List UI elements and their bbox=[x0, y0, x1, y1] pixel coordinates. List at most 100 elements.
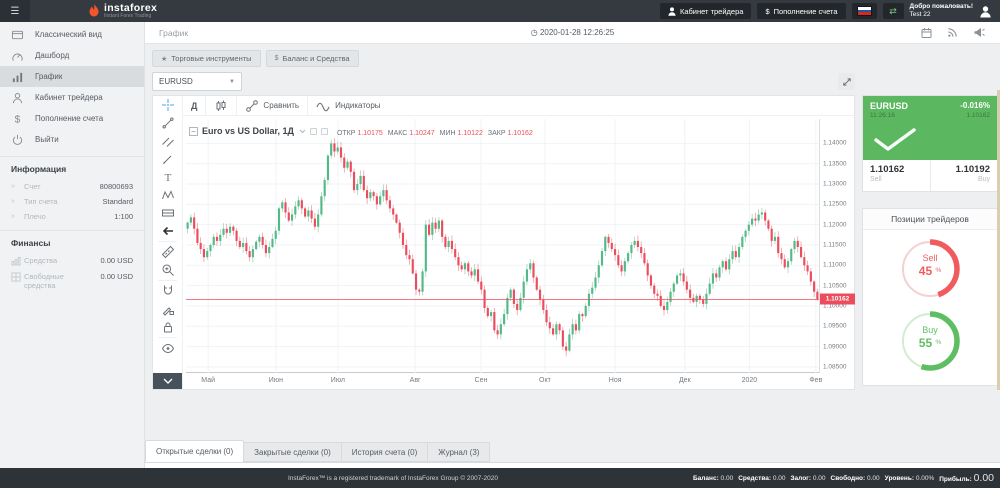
magnet-tool-button[interactable] bbox=[153, 282, 182, 300]
arrow-tool-icon bbox=[161, 224, 175, 238]
price-axis[interactable]: 1.140001.135001.130001.125001.120001.115… bbox=[819, 119, 855, 373]
footer: InstaForex™ is a registered trademark of… bbox=[0, 468, 1000, 488]
sidebar-item[interactable]: $Пополнение счета bbox=[0, 108, 144, 129]
crosshair-tool-button[interactable] bbox=[153, 96, 182, 114]
language-flag-button[interactable] bbox=[852, 3, 877, 19]
balance-funds-button[interactable]: $ Баланс и Средства bbox=[266, 50, 359, 67]
channels-icon bbox=[161, 134, 175, 148]
finance-section: Финансы Средства0.00 USDСвободные средст… bbox=[0, 230, 144, 293]
trendline-tool-button[interactable] bbox=[153, 114, 182, 132]
chevron-down-icon bbox=[162, 377, 174, 385]
legend-caret-icon[interactable] bbox=[299, 129, 306, 134]
collapse-legend-icon[interactable] bbox=[189, 127, 198, 136]
exchange-button[interactable]: ⇄ bbox=[883, 3, 904, 19]
ohlc-value: 1.10247 bbox=[409, 130, 434, 137]
brush-icon bbox=[161, 152, 175, 166]
account-info-row: »Тип счетаStandard bbox=[11, 194, 133, 209]
interval-button[interactable]: Д bbox=[183, 96, 206, 115]
megaphone-icon[interactable] bbox=[973, 27, 985, 39]
crosshair-icon bbox=[161, 98, 175, 112]
quote-price: 1.10162 bbox=[967, 112, 991, 119]
time-tick-label: Май bbox=[201, 377, 215, 384]
power-icon bbox=[11, 134, 24, 146]
positions-title: Позиции трейдеров bbox=[863, 209, 997, 230]
checkmark-icon bbox=[871, 126, 919, 154]
calendar-icon[interactable] bbox=[921, 27, 932, 39]
zoom-in-tool-button[interactable] bbox=[153, 261, 182, 279]
bottom-tab[interactable]: История счета (0) bbox=[342, 442, 429, 462]
deposit-button[interactable]: $ Пополнение счета bbox=[757, 3, 845, 19]
compare-button[interactable]: Сравнить bbox=[237, 96, 308, 115]
rss-icon[interactable] bbox=[947, 27, 958, 39]
price-tick-label: 1.13000 bbox=[823, 181, 847, 188]
menu-toggle-button[interactable]: ☰ bbox=[0, 0, 30, 22]
footer-stat: Баланс: 0.00 bbox=[693, 475, 733, 482]
time-tick-label: Июн bbox=[269, 377, 283, 384]
lock-tool-button[interactable] bbox=[153, 318, 182, 336]
toolbar-separator bbox=[158, 337, 177, 338]
account-info-row: »Плечо1:100 bbox=[11, 209, 133, 224]
row-value: 0.00 USD bbox=[100, 272, 133, 281]
text-tool-tool-button[interactable]: T bbox=[153, 168, 182, 186]
row-label: Свободные средства bbox=[24, 272, 100, 290]
top-header: ☰ instaforex Instant Forex Trading Кабин… bbox=[0, 0, 1000, 22]
indicators-button[interactable]: Индикаторы bbox=[308, 96, 388, 115]
chart-style-button[interactable] bbox=[206, 96, 237, 115]
sidebar-item[interactable]: Выйти bbox=[0, 129, 144, 150]
channels-tool-button[interactable] bbox=[153, 132, 182, 150]
time-tick-label: 2020 bbox=[742, 377, 758, 384]
chevrons-icon: » bbox=[11, 197, 24, 206]
time-tick-label: Окт bbox=[539, 377, 551, 384]
row-label: Плечо bbox=[24, 212, 114, 221]
brand-logo[interactable]: instaforex Instant Forex Trading bbox=[88, 3, 157, 19]
ruler-tool-button[interactable] bbox=[153, 243, 182, 261]
fullscreen-button[interactable] bbox=[838, 73, 855, 90]
pattern-tool-button[interactable] bbox=[153, 186, 182, 204]
row-value: 0.00 USD bbox=[100, 256, 133, 265]
arrow-tool-tool-button[interactable] bbox=[153, 222, 182, 240]
sidebar-item[interactable]: Классический вид bbox=[0, 24, 144, 45]
legend-settings-icon[interactable] bbox=[321, 128, 328, 135]
quote-header[interactable]: EURUSD 11:26:16 -0.016% 1.10162 bbox=[863, 96, 997, 160]
price-tick-label: 1.12500 bbox=[823, 201, 847, 208]
gauge-percent: 55 % bbox=[897, 336, 963, 350]
sidebar-item[interactable]: Дашборд bbox=[0, 45, 144, 66]
collapse-toolbar-button[interactable] bbox=[153, 373, 182, 389]
bottom-tab[interactable]: Журнал (3) bbox=[428, 442, 490, 462]
account-info-row: Свободные средства0.00 USD bbox=[11, 269, 133, 293]
price-tick-label: 1.13500 bbox=[823, 160, 847, 167]
avatar[interactable] bbox=[979, 5, 992, 18]
price-tick-label: 1.10500 bbox=[823, 282, 847, 289]
sidebar-item[interactable]: График bbox=[0, 66, 144, 87]
sidebar-item-label: Пополнение счета bbox=[35, 114, 103, 123]
bottom-tab[interactable]: Открытые сделки (0) bbox=[145, 440, 244, 462]
sell-button[interactable]: 1.10162 Sell bbox=[863, 160, 931, 191]
russia-flag-icon bbox=[857, 6, 872, 16]
price-tick-label: 1.09000 bbox=[823, 343, 847, 350]
bars-icon bbox=[11, 256, 24, 266]
wave-icon bbox=[316, 100, 331, 112]
price-tick-label: 1.11500 bbox=[823, 241, 846, 248]
trader-cabinet-button[interactable]: Кабинет трейдера bbox=[660, 3, 751, 19]
ruler-icon bbox=[161, 245, 175, 259]
ohlc-label: ОТКР bbox=[337, 130, 355, 137]
gauge-percent: 45 % bbox=[897, 264, 963, 278]
legend-toggle-icon[interactable] bbox=[310, 128, 317, 135]
drawing-lock-tool-button[interactable] bbox=[153, 300, 182, 318]
sidebar-item-label: Дашборд bbox=[35, 51, 69, 60]
trading-instruments-button[interactable]: ★ Торговые инструменты bbox=[152, 50, 261, 67]
toolbar-separator bbox=[158, 280, 177, 281]
bottom-tab[interactable]: Закрытые сделки (0) bbox=[244, 442, 342, 462]
forecast-tool-button[interactable] bbox=[153, 204, 182, 222]
brush-tool-button[interactable] bbox=[153, 150, 182, 168]
sidebar-item-label: Классический вид bbox=[35, 30, 102, 39]
sidebar-item[interactable]: Кабинет трейдера bbox=[0, 87, 144, 108]
chart-bars-icon bbox=[11, 71, 24, 83]
eye-tool-button[interactable] bbox=[153, 339, 182, 357]
candlestick-plot[interactable] bbox=[186, 119, 819, 373]
symbol-select[interactable]: EURUSD ▼ bbox=[152, 72, 242, 91]
ohlc-label: ЗАКР bbox=[488, 130, 506, 137]
server-datetime: ◷ 2020-01-28 12:26:25 bbox=[145, 28, 1000, 37]
time-axis[interactable]: МайИюнИюлАвгСенОктНояДек2020Фев bbox=[186, 375, 819, 388]
buy-button[interactable]: 1.10192 Buy bbox=[931, 160, 998, 191]
